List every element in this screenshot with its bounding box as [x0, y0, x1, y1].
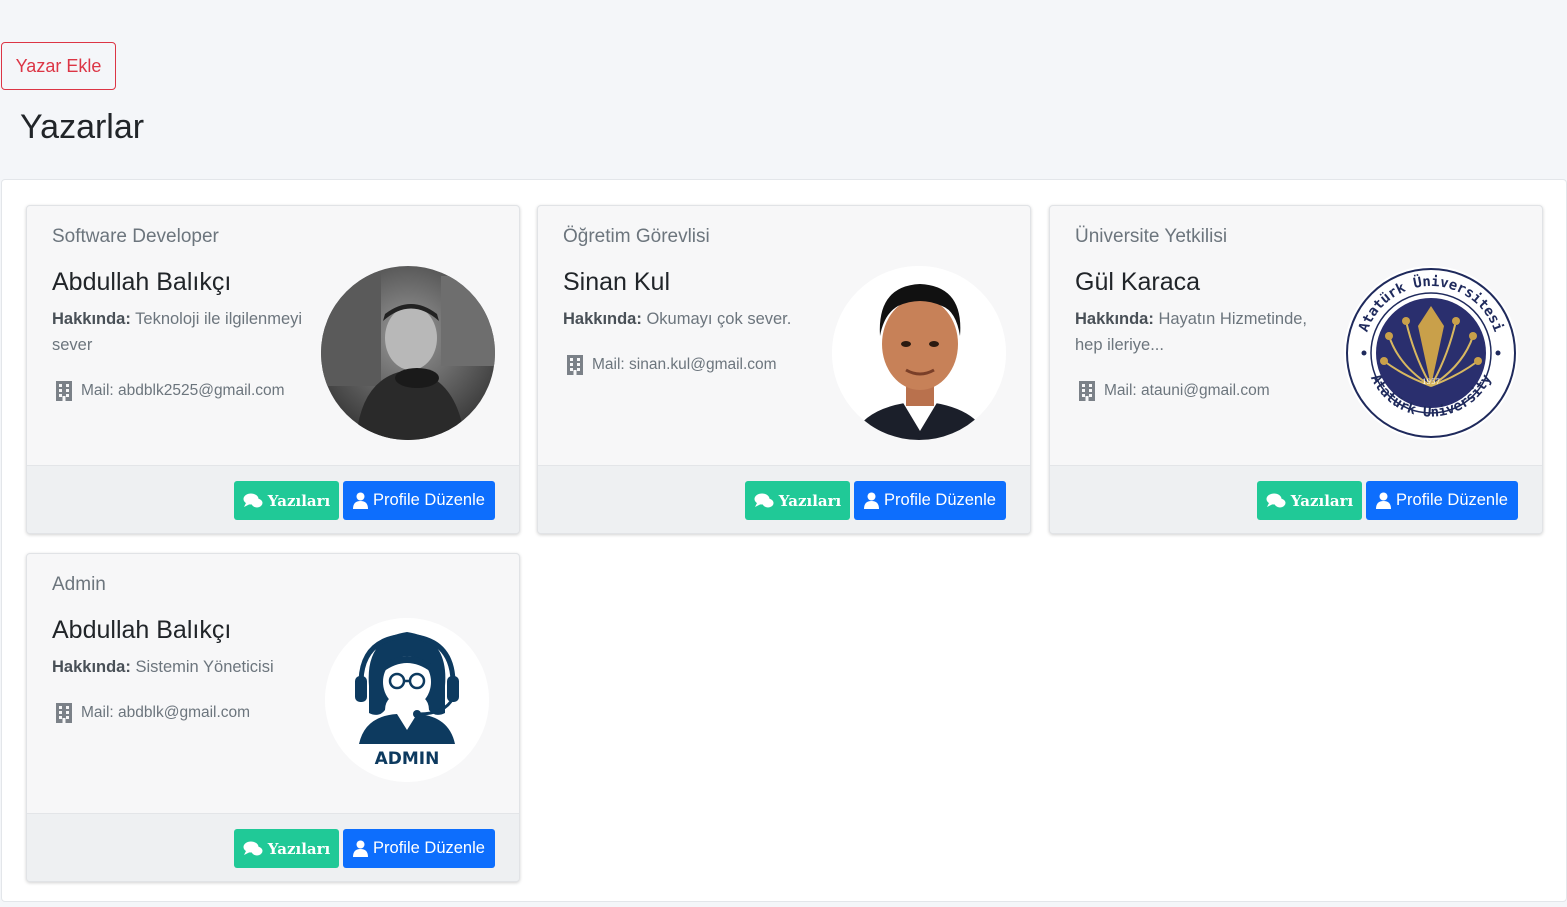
- building-icon: [56, 381, 72, 401]
- posts-button[interactable]: Yazıları: [1257, 481, 1362, 520]
- edit-profile-label: Profile Düzenle: [373, 839, 485, 857]
- mail-address: sinan.kul@gmail.com: [629, 356, 777, 373]
- admin-avatar: ADMIN: [325, 618, 489, 782]
- university-seal: 1957 Atatürk Üniversitesi Atatürk Univer…: [1344, 266, 1518, 440]
- user-icon: [353, 840, 369, 857]
- author-name: Abdullah Balıkçı: [52, 268, 232, 296]
- author-mail: Mail: atauni@gmail.com: [1078, 380, 1270, 402]
- mail-prefix: Mail:: [81, 382, 114, 399]
- author-name: Sinan Kul: [563, 268, 671, 296]
- card-footer: Yazıları Profile Düzenle: [27, 465, 519, 533]
- author-role: Üniversite Yetkilisi: [1075, 226, 1228, 247]
- author-name: Gül Karaca: [1075, 268, 1201, 296]
- edit-profile-button[interactable]: Profile Düzenle: [343, 481, 495, 520]
- building-icon: [1079, 381, 1095, 401]
- edit-profile-label: Profile Düzenle: [1396, 491, 1508, 509]
- about-label: Hakkında:: [563, 310, 642, 328]
- card-footer: Yazıları Profile Düzenle: [1050, 465, 1542, 533]
- edit-profile-button[interactable]: Profile Düzenle: [1366, 481, 1518, 520]
- mail-prefix: Mail:: [1104, 382, 1137, 399]
- author-card: Öğretim Görevlisi Sinan Kul Hakkında: Ok…: [537, 205, 1031, 534]
- author-card: Software Developer Abdullah Balıkçı Hakk…: [26, 205, 520, 534]
- mail-address: abdblk@gmail.com: [118, 704, 251, 721]
- university-seal-icon: 1957 Atatürk Üniversitesi Atatürk Univer…: [1344, 266, 1518, 440]
- edit-profile-button[interactable]: Profile Düzenle: [343, 829, 495, 868]
- mail-address: abdblk2525@gmail.com: [118, 382, 285, 399]
- avatar-photo: [321, 266, 495, 440]
- user-icon: [353, 492, 369, 509]
- author-avatar: [321, 266, 495, 440]
- user-icon: [864, 492, 880, 509]
- comments-icon: [243, 841, 263, 855]
- mail-prefix: Mail:: [81, 704, 114, 721]
- edit-profile-button[interactable]: Profile Düzenle: [854, 481, 1006, 520]
- authors-container: Software Developer Abdullah Balıkçı Hakk…: [1, 179, 1567, 902]
- about-label: Hakkında:: [52, 310, 131, 328]
- about-label: Hakkında:: [1075, 310, 1154, 328]
- comments-icon: [754, 493, 774, 507]
- posts-button-label: Yazıları: [267, 839, 331, 858]
- posts-button-label: Yazıları: [267, 491, 331, 510]
- author-name: Abdullah Balıkçı: [52, 616, 232, 644]
- mail-prefix: Mail:: [592, 356, 625, 373]
- posts-button-label: Yazıları: [778, 491, 842, 510]
- author-mail: Mail: abdblk@gmail.com: [55, 702, 250, 724]
- svg-text:ADMIN: ADMIN: [375, 749, 440, 769]
- edit-profile-label: Profile Düzenle: [884, 491, 996, 509]
- edit-profile-label: Profile Düzenle: [373, 491, 485, 509]
- author-role: Öğretim Görevlisi: [563, 226, 710, 247]
- author-about: Hakkında: Okumayı çok sever.: [563, 306, 818, 332]
- author-avatar: [832, 266, 1006, 440]
- posts-button[interactable]: Yazıları: [234, 481, 339, 520]
- author-card: Üniversite Yetkilisi Gül Karaca Hakkında…: [1049, 205, 1543, 534]
- about-label: Hakkında:: [52, 658, 131, 676]
- svg-text:1957: 1957: [1422, 378, 1440, 386]
- card-footer: Yazıları Profile Düzenle: [27, 813, 519, 881]
- posts-button[interactable]: Yazıları: [745, 481, 850, 520]
- comments-icon: [243, 493, 263, 507]
- mail-address: atauni@gmail.com: [1141, 382, 1270, 399]
- about-text: Sistemin Yöneticisi: [135, 658, 274, 676]
- author-card: Admin Abdullah Balıkçı Hakkında: Sistemi…: [26, 553, 520, 882]
- page-title: Yazarlar: [20, 108, 145, 146]
- admin-icon: ADMIN: [325, 618, 489, 782]
- avatar-photo: [832, 266, 1006, 440]
- user-icon: [1376, 492, 1392, 509]
- author-mail: Mail: abdblk2525@gmail.com: [55, 380, 285, 402]
- comments-icon: [1266, 493, 1286, 507]
- author-about: Hakkında: Sistemin Yöneticisi: [52, 654, 307, 680]
- building-icon: [56, 703, 72, 723]
- author-about: Hakkında: Hayatın Hizmetinde, hep ileriy…: [1075, 306, 1330, 358]
- about-text: Okumayı çok sever.: [646, 310, 792, 328]
- author-mail: Mail: sinan.kul@gmail.com: [566, 354, 777, 376]
- add-author-button[interactable]: Yazar Ekle: [1, 42, 116, 90]
- author-role: Admin: [52, 574, 106, 595]
- author-role: Software Developer: [52, 226, 219, 247]
- posts-button[interactable]: Yazıları: [234, 829, 339, 868]
- posts-button-label: Yazıları: [1290, 491, 1354, 510]
- building-icon: [567, 355, 583, 375]
- author-about: Hakkında: Teknoloji ile ilgilenmeyi seve…: [52, 306, 307, 358]
- card-footer: Yazıları Profile Düzenle: [538, 465, 1030, 533]
